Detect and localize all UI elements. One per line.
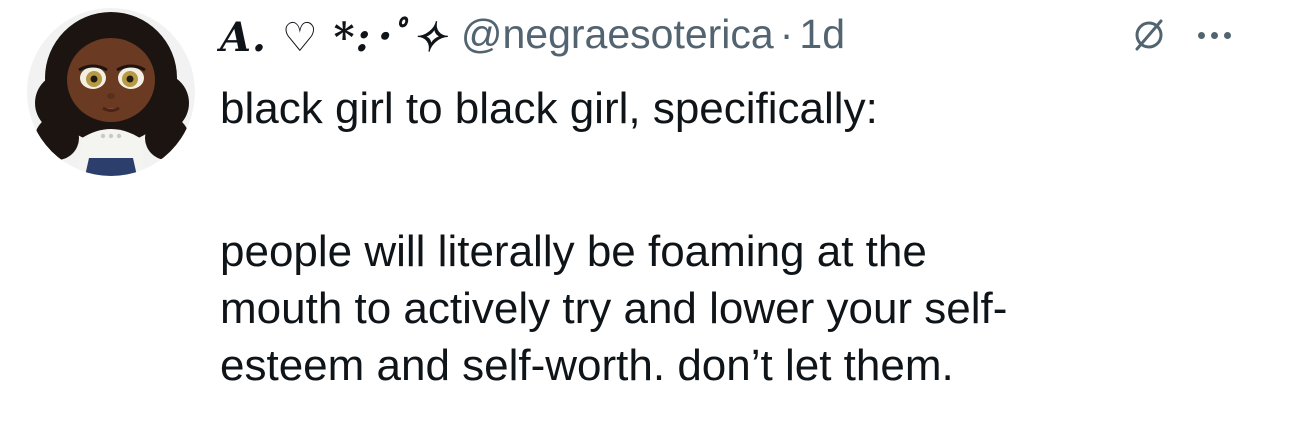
more-dot [1198,31,1205,39]
separator-dot: · [779,10,794,57]
avatar[interactable] [27,8,195,176]
tweet-text-line: people will literally be foaming at the [220,227,927,276]
more-dot [1224,31,1231,39]
more-dot [1211,31,1218,39]
more-horizontal-icon[interactable] [1198,31,1231,39]
tweet[interactable]: 𝑨. ♡ *:･ﾟ✧ @negraesoterica · 1d black gi… [0,0,1290,429]
tweet-actions [1130,10,1231,60]
user-handle[interactable]: @negraesoterica [461,11,774,58]
grok-slash-icon[interactable] [1130,16,1168,54]
display-name[interactable]: 𝑨. ♡ *:･ﾟ✧ [220,5,447,63]
tweet-header: 𝑨. ♡ *:･ﾟ✧ @negraesoterica · 1d [220,6,845,62]
tweet-text-line: mouth to actively try and lower your sel… [220,284,1008,333]
timestamp[interactable]: 1d [799,11,845,58]
tweet-text-line: black girl to black girl, specifically: [220,84,878,133]
tweet-text-line: esteem and self-worth. don’t let them. [220,341,954,390]
tweet-text: black girl to black girl, specifically: … [220,80,1270,394]
